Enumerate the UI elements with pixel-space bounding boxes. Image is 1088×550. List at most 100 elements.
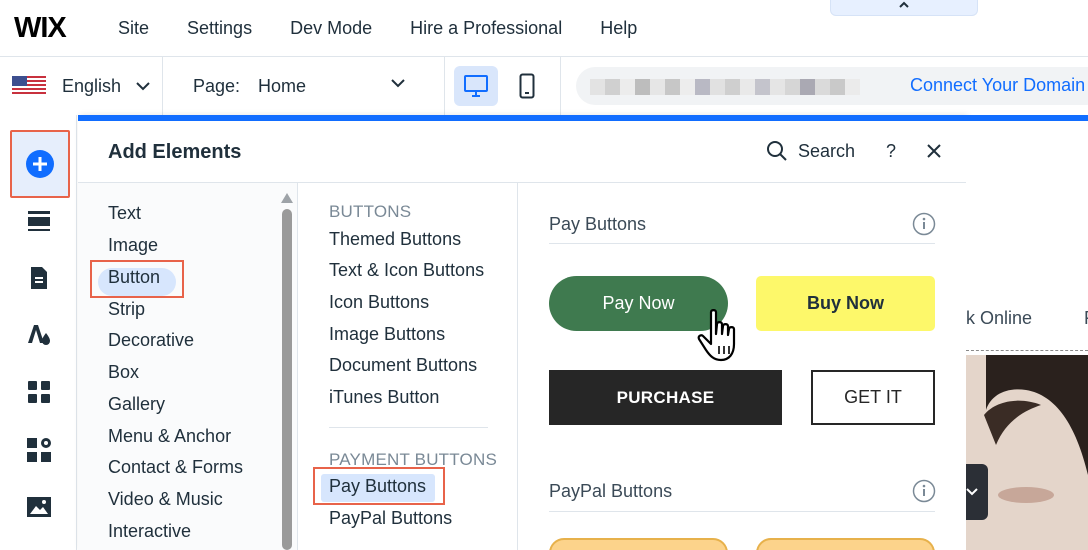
chevron-down-icon <box>136 82 150 91</box>
connect-domain-link[interactable]: Connect Your Domain <box>910 75 1085 96</box>
sections-button[interactable] <box>26 208 52 234</box>
language-label: English <box>62 75 122 96</box>
top-bar: WIX Site Settings Dev Mode Hire a Profes… <box>0 0 1088 57</box>
paypal-buttons-title: PayPal Buttons <box>549 481 673 501</box>
media-icon <box>27 497 51 517</box>
sub-document-buttons[interactable]: Document Buttons <box>329 355 477 376</box>
editor-toolbar: English Page: Home Connect Your Domain <box>0 57 1088 115</box>
top-menu: Site Settings Dev Mode Hire a Profession… <box>118 0 675 57</box>
design-icon <box>28 325 50 345</box>
sub-itunes-button[interactable]: iTunes Button <box>329 387 439 408</box>
mobile-view-button[interactable] <box>507 66 547 106</box>
language-selector[interactable]: English <box>12 57 151 115</box>
purchase-button-preset[interactable]: PURCHASE <box>549 370 782 425</box>
chevron-down-icon <box>966 488 978 496</box>
site-url-bar[interactable]: Connect Your Domain <box>576 67 1088 105</box>
panel-title: Add Elements <box>108 141 242 163</box>
menu-hire-professional[interactable]: Hire a Professional <box>410 18 562 39</box>
category-menu-anchor[interactable]: Menu & Anchor <box>108 426 231 447</box>
add-elements-button[interactable] <box>10 130 70 198</box>
site-hero-image <box>966 355 1088 550</box>
category-interactive[interactable]: Interactive <box>108 521 191 542</box>
category-decorative[interactable]: Decorative <box>108 330 194 351</box>
pay-buttons-title: Pay Buttons <box>549 214 647 234</box>
sections-icon <box>28 211 50 231</box>
us-flag-icon <box>12 76 46 96</box>
category-strip[interactable]: Strip <box>108 299 145 320</box>
desktop-view-button[interactable] <box>454 66 498 106</box>
sub-icon-buttons[interactable]: Icon Buttons <box>329 292 429 313</box>
help-button[interactable]: ? <box>886 141 896 162</box>
page-value: Home <box>258 75 307 96</box>
category-image[interactable]: Image <box>108 235 158 256</box>
menu-settings[interactable]: Settings <box>187 18 252 39</box>
menu-dev-mode[interactable]: Dev Mode <box>290 18 372 39</box>
category-box[interactable]: Box <box>108 362 139 383</box>
menu-site[interactable]: Site <box>118 18 149 39</box>
portrait-photo <box>966 355 1088 550</box>
desktop-icon <box>464 75 488 97</box>
category-contact-forms[interactable]: Contact & Forms <box>108 457 243 478</box>
section-boundary <box>966 350 1088 351</box>
page-selector[interactable]: Page: Home <box>193 57 306 115</box>
business-apps-button[interactable] <box>26 437 52 463</box>
apps-icon <box>28 381 50 403</box>
pages-button[interactable] <box>26 265 52 291</box>
panel-accent-bar <box>78 115 966 121</box>
close-icon[interactable] <box>926 143 942 159</box>
category-scrollbar[interactable] <box>281 193 293 550</box>
menu-help[interactable]: Help <box>600 18 637 39</box>
apps-button[interactable] <box>26 379 52 405</box>
info-icon[interactable] <box>912 212 936 236</box>
left-tool-rail <box>0 115 77 550</box>
sub-paypal-buttons[interactable]: PayPal Buttons <box>329 508 452 529</box>
sub-text-icon-buttons[interactable]: Text & Icon Buttons <box>329 260 484 281</box>
site-canvas[interactable]: k Online F <box>966 115 1088 550</box>
divider <box>549 243 935 244</box>
add-elements-panel: Add Elements Search ? Text Image Button … <box>78 115 966 550</box>
chevron-down-icon[interactable] <box>390 78 406 88</box>
search-label: Search <box>798 140 856 161</box>
category-video-music[interactable]: Video & Music <box>108 489 223 510</box>
category-gallery[interactable]: Gallery <box>108 394 165 415</box>
category-list: Text Image Button Strip Decorative Box G… <box>78 183 298 550</box>
divider <box>162 57 163 115</box>
sub-image-buttons[interactable]: Image Buttons <box>329 324 445 345</box>
site-nav-item[interactable]: k Online <box>966 308 1032 329</box>
floating-toolbar[interactable] <box>966 464 988 520</box>
blurred-url <box>590 79 860 95</box>
panel-search-button[interactable]: Search <box>766 140 855 162</box>
divider <box>329 427 488 428</box>
hand-cursor-icon <box>697 309 736 362</box>
sub-themed-buttons[interactable]: Themed Buttons <box>329 229 461 250</box>
media-button[interactable] <box>26 494 52 520</box>
divider <box>444 57 445 115</box>
divider <box>560 57 561 115</box>
add-icon <box>26 150 54 178</box>
business-icon <box>27 438 51 462</box>
search-icon <box>767 141 787 161</box>
buy-now-button-preset[interactable]: Buy Now <box>756 276 935 331</box>
mobile-icon <box>519 73 535 99</box>
site-nav-item[interactable]: F <box>1084 308 1088 329</box>
chevron-up-icon <box>899 1 909 8</box>
paypal-button-preset[interactable] <box>549 538 728 550</box>
scroll-up-arrow-icon[interactable] <box>281 193 293 203</box>
pages-icon <box>31 267 47 289</box>
wix-logo[interactable]: WIX <box>14 12 67 45</box>
get-it-button-preset[interactable]: GET IT <box>811 370 935 425</box>
canvas-accent-bar <box>966 115 1088 121</box>
buttons-heading: BUTTONS <box>329 202 412 221</box>
subcategory-list: BUTTONS Themed Buttons Text & Icon Butto… <box>299 183 518 550</box>
category-button[interactable]: Button <box>108 267 160 288</box>
scroll-thumb[interactable] <box>282 209 292 550</box>
category-text[interactable]: Text <box>108 203 141 224</box>
sub-pay-buttons[interactable]: Pay Buttons <box>329 476 426 497</box>
design-button[interactable] <box>26 321 52 347</box>
divider <box>549 511 935 512</box>
collapse-toolbar-button[interactable] <box>830 0 978 16</box>
paypal-button-preset[interactable] <box>756 538 935 550</box>
element-preview-area: Pay Buttons Pay Now Buy Now PURCHASE GET… <box>519 183 966 550</box>
info-icon[interactable] <box>912 479 936 503</box>
page-label: Page: <box>193 75 241 96</box>
